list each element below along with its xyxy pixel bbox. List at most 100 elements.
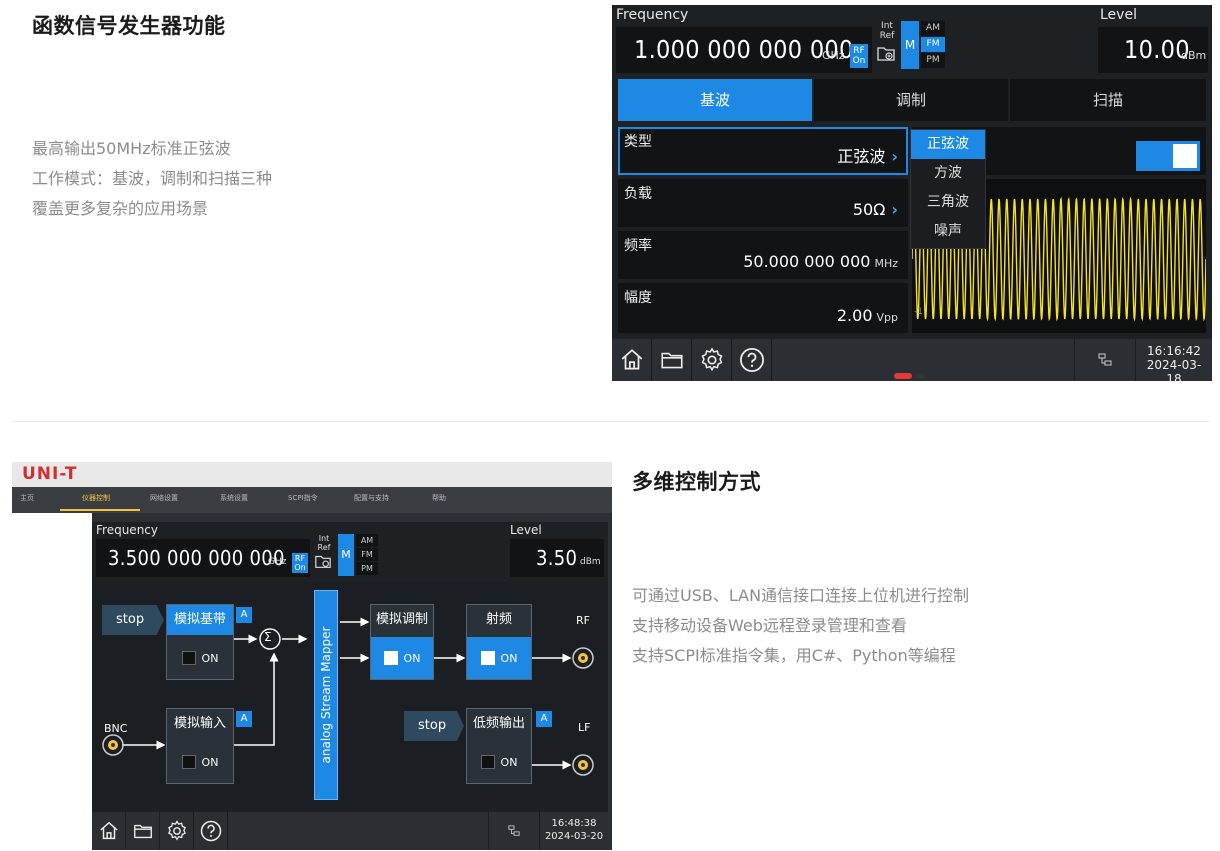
frequency-unit: GHz	[822, 49, 845, 62]
checkbox-icon	[181, 651, 196, 665]
nav-help[interactable]: 帮助	[432, 493, 446, 503]
folder-ref-icon	[877, 47, 895, 61]
tab-sweep[interactable]: 扫描	[1010, 79, 1206, 121]
block-analog-input[interactable]: 模拟输入 ON	[166, 708, 234, 784]
frequency-field[interactable]: 1.000 000 000 000 GHz RF On	[616, 27, 872, 73]
web-control-screenshot: UNI-T 主页 仪器控制 网络设置 系统设置 SCPI指令 配置与支持 帮助 …	[12, 462, 612, 850]
output-toggle[interactable]	[1136, 141, 1200, 171]
s2-frequency-field[interactable]: 3.500 000 000 000 GHz RF On	[96, 539, 310, 577]
chip-a-input[interactable]: A	[236, 711, 252, 727]
section2-desc: 可通过USB、LAN通信接口连接上位机进行控制 支持移动设备Web远程登录管理和…	[632, 581, 969, 671]
network-icon	[1098, 353, 1112, 366]
tab-modulation[interactable]: 调制	[814, 79, 1008, 121]
home-button[interactable]	[612, 339, 652, 381]
gear-icon	[701, 347, 722, 372]
block-analog-modulation-toggle[interactable]: ON	[371, 637, 433, 679]
param-type[interactable]: 类型 正弦波 ›	[618, 127, 908, 175]
stop-baseband-button[interactable]: stop	[102, 605, 164, 635]
section2-desc-line: 支持SCPI标准指令集，用C#、Python等编程	[632, 646, 956, 665]
nav-config[interactable]: 配置与支持	[354, 493, 389, 503]
s2-rf-on-label: On	[294, 563, 306, 572]
block-analog-input-toggle[interactable]: ON	[167, 741, 233, 783]
param-load-name: 负载	[624, 186, 652, 202]
s2-settings-button[interactable]	[160, 812, 194, 850]
param-amplitude-unit: Vpp	[876, 311, 899, 324]
section2-desc-line: 可通过USB、LAN通信接口连接上位机进行控制	[632, 586, 970, 605]
help-button[interactable]	[732, 339, 772, 381]
modulation-m-indicator[interactable]: M	[901, 21, 919, 69]
nav-home[interactable]: 主页	[20, 493, 34, 503]
frequency-label: Frequency	[616, 7, 689, 23]
param-amplitude-value-wrap: 2.00 Vpp	[837, 306, 898, 325]
s2-int-label: Int	[318, 534, 330, 543]
nav-system[interactable]: 系统设置	[220, 493, 248, 503]
network-button[interactable]	[1074, 339, 1136, 381]
folder-icon	[660, 352, 683, 369]
lf-connector-icon[interactable]	[571, 753, 595, 777]
block-lf-output-toggle[interactable]: ON	[467, 741, 531, 783]
s2-home-button[interactable]	[92, 812, 126, 850]
bottom-toolbar: 16:16:42 2024-03-18	[612, 339, 1212, 381]
option-noise[interactable]: 噪声	[911, 217, 985, 246]
block-analog-input-title: 模拟输入	[173, 716, 226, 731]
rf-on-badge[interactable]: RF On	[850, 44, 868, 68]
param-frequency-unit: MHz	[874, 257, 898, 270]
s2-level-field[interactable]: 3.50 dBm	[510, 539, 604, 577]
s2-folder-button[interactable]	[126, 812, 160, 850]
s2-network-button[interactable]	[488, 812, 540, 850]
carousel-dot[interactable]	[916, 373, 924, 379]
mod-fm[interactable]: FM	[921, 37, 945, 52]
level-label: Level	[1100, 7, 1137, 23]
stop-lf-button[interactable]: stop	[404, 711, 464, 741]
s2-help-button[interactable]	[194, 812, 228, 850]
param-frequency[interactable]: 频率 50.000 000 000 MHz	[618, 231, 908, 279]
block-rf-toggle[interactable]: ON	[467, 637, 531, 679]
level-value: 10.00	[1124, 35, 1190, 64]
nav-instrument-control[interactable]: 仪器控制	[82, 493, 110, 503]
nav-scpi[interactable]: SCPI指令	[288, 493, 318, 503]
param-load[interactable]: 负载 50Ω ›	[618, 179, 908, 227]
section1-desc-line: 工作模式：基波，调制和扫描三种	[32, 169, 273, 188]
option-triangle[interactable]: 三角波	[911, 188, 985, 217]
s2-modulation-m-indicator[interactable]: M	[338, 534, 354, 576]
level-field[interactable]: 10.00 dBm	[1098, 27, 1208, 73]
mod-pm[interactable]: PM	[921, 53, 945, 68]
block-lf-output[interactable]: 低频输出 ON	[466, 708, 532, 784]
waveform-type-dropdown[interactable]: 正弦波 方波 三角波 噪声	[910, 129, 986, 249]
s2-mod-am[interactable]: AM	[356, 534, 378, 547]
stream-mapper[interactable]: analog Stream Mapper	[314, 590, 338, 800]
on-label: ON	[201, 755, 219, 769]
bnc-connector-icon[interactable]	[101, 733, 125, 757]
option-sine[interactable]: 正弦波	[911, 130, 985, 159]
settings-button[interactable]	[692, 339, 732, 381]
folder-button[interactable]	[652, 339, 692, 381]
web-header: UNI-T	[12, 462, 612, 487]
s2-int-ref-indicator: Int Ref	[314, 534, 334, 578]
block-rf[interactable]: 射频 ON	[466, 604, 532, 680]
s2-mod-fm[interactable]: FM	[356, 548, 378, 561]
rf-label: RF	[853, 46, 865, 56]
param-load-value-wrap: 50Ω ›	[853, 200, 898, 219]
carousel-dot-active[interactable]	[894, 373, 912, 379]
help-icon	[739, 348, 764, 372]
gear-icon	[167, 820, 186, 841]
checkbox-checked-icon	[480, 651, 495, 665]
chip-a-baseband[interactable]: A	[236, 607, 252, 623]
block-analog-baseband[interactable]: 模拟基带 ON	[166, 604, 234, 680]
s2-rf-on-badge[interactable]: RF On	[292, 553, 308, 573]
nav-network[interactable]: 网络设置	[150, 493, 178, 503]
block-lf-output-title: 低频输出	[472, 716, 525, 731]
s2-frequency-label: Frequency	[96, 523, 158, 537]
block-analog-modulation[interactable]: 模拟调制 ON	[370, 604, 434, 680]
rf-connector-icon[interactable]	[571, 646, 595, 670]
mod-am[interactable]: AM	[921, 21, 945, 36]
param-load-value: 50Ω	[852, 200, 886, 219]
option-square[interactable]: 方波	[911, 159, 985, 188]
param-amplitude[interactable]: 幅度 2.00 Vpp	[618, 283, 908, 333]
block-analog-baseband-toggle[interactable]: ON	[167, 637, 233, 679]
signal-flow-diagram: Σ stop 模拟基带 ON A 模拟输入 ON A analog Stream…	[92, 582, 608, 808]
chip-a-lf[interactable]: A	[536, 711, 552, 727]
int-ref-indicator: Int Ref	[876, 21, 898, 69]
tab-fundamental[interactable]: 基波	[618, 79, 812, 121]
s2-mod-pm[interactable]: PM	[356, 562, 378, 575]
